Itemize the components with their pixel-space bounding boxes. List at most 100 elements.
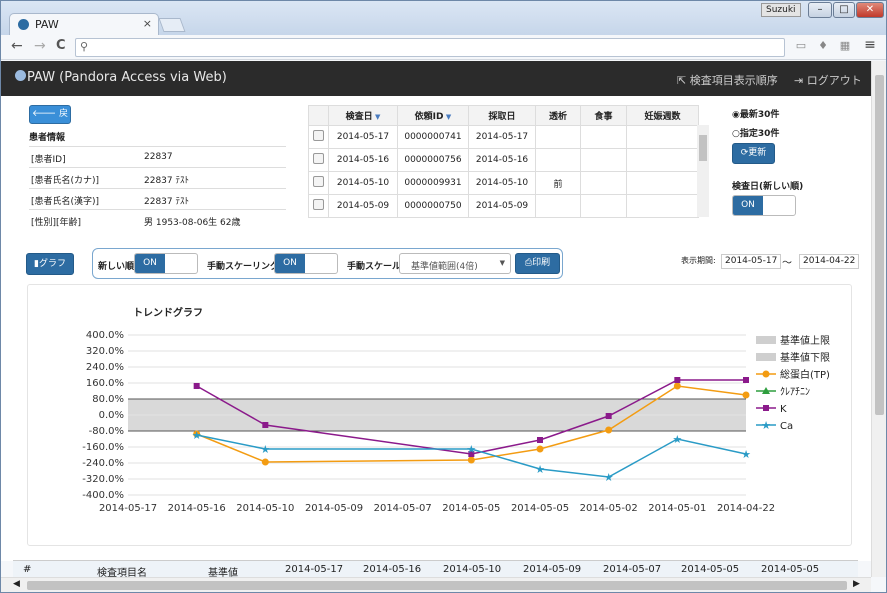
sort-icon[interactable]: ▼ [373, 113, 380, 121]
data-point [467, 456, 475, 464]
tab-title: PAW [35, 18, 59, 31]
maximize-button[interactable]: □ [833, 2, 855, 18]
patient-row: [患者ID] 22837 [29, 146, 286, 167]
results-scroll-thumb[interactable] [699, 135, 707, 161]
back-button[interactable]: 🡐 戻る [29, 105, 71, 136]
trend-chart-panel: 400.0% 320.0% 240.0% 160.0% 80.0% 0.0% -80.0% -… [27, 284, 852, 546]
vertical-scroll-thumb[interactable] [875, 75, 884, 415]
results-cell: 0000000750 [397, 194, 469, 218]
data-point: ★ [192, 429, 202, 442]
forward-arrow-icon[interactable]: → [34, 38, 46, 54]
manual-scaling-toggle[interactable]: ON [274, 253, 338, 274]
data-point: ★ [466, 443, 476, 456]
data-point [762, 370, 770, 378]
results-col-header[interactable] [308, 105, 329, 126]
row-checkbox[interactable] [308, 125, 329, 149]
trend-chart: 400.0% 320.0% 240.0% 160.0% 80.0% 0.0% -80.0% -… [82, 306, 830, 514]
x-tick-label: 2014-05-01 [648, 503, 706, 514]
y-tick-label: -80.0% [89, 426, 124, 437]
graph-button[interactable]: ▮グラフ [26, 253, 74, 275]
sort-icon[interactable]: ▼ [444, 113, 451, 121]
profile-user[interactable]: Suzuki [761, 3, 801, 17]
app-title[interactable]: PAW (Pandora Access via Web) [15, 70, 227, 85]
location-icon[interactable]: ♦ [816, 39, 830, 53]
patient-row: [性別][年齢] 男 1953-08-06生 62歳 [29, 209, 286, 230]
menu-icon[interactable]: ≡ [863, 37, 877, 53]
address-bar[interactable]: ⚲ [75, 38, 785, 57]
period-from-input[interactable]: 2014-05-17 [721, 254, 782, 269]
results-col-header[interactable]: 依頼ID ▼ [397, 105, 469, 126]
row-checkbox[interactable] [308, 148, 329, 172]
tab-close-icon[interactable]: × [143, 17, 152, 30]
update-button[interactable]: ⟳更新 [732, 143, 775, 164]
app-header: PAW (Pandora Access via Web) ⇱ 検査項目表示順序 … [1, 61, 871, 96]
horizontal-scroll-thumb[interactable] [27, 581, 847, 590]
results-row[interactable]: 2014-05-16 0000000756 2014-05-16 [308, 148, 699, 172]
results-cell [580, 125, 627, 149]
scroll-right-icon[interactable]: ▶ [853, 579, 860, 589]
patient-field-label: [患者ID] [31, 155, 66, 165]
x-tick-label: 2014-05-10 [236, 503, 294, 514]
results-col-header[interactable]: 食事 [580, 105, 627, 126]
row-checkbox[interactable] [308, 171, 329, 195]
minimize-button[interactable]: – [808, 2, 832, 18]
radio-latest[interactable]: ◉最新30件 [732, 107, 779, 120]
results-scrollbar[interactable] [697, 125, 709, 217]
results-col-header[interactable]: 採取日 [468, 105, 536, 126]
checkbox-icon[interactable] [313, 153, 324, 164]
back-arrow-icon[interactable]: ← [11, 38, 23, 54]
browser-tab[interactable]: PAW × [9, 13, 159, 35]
checkbox-icon[interactable] [313, 130, 324, 141]
y-tick-label: -160.0% [82, 442, 124, 453]
legend-swatch [756, 336, 776, 344]
chart-title: トレンドグラフ [133, 306, 203, 319]
data-point [742, 391, 750, 399]
horizontal-scrollbar[interactable]: ◀ ▶ [1, 577, 871, 592]
radio-latest-label: 最新30件 [739, 110, 780, 120]
results-row[interactable]: 2014-05-10 0000009931 2014-05-10 前 [308, 171, 699, 195]
sort-toggle[interactable]: ON [732, 195, 796, 216]
data-point [605, 426, 613, 434]
patient-field-value: 22837 ﾃｽﾄ [144, 176, 189, 186]
results-cell [535, 125, 581, 149]
patient-field-value: 22837 ﾃｽﾄ [144, 197, 189, 207]
results-cell: 0000000741 [397, 125, 469, 149]
row-checkbox[interactable] [308, 194, 329, 218]
results-col-header[interactable]: 妊娠週数 [626, 105, 699, 126]
data-point [262, 422, 269, 428]
results-cell: 2014-05-16 [328, 148, 398, 172]
data-point: ★ [260, 443, 270, 456]
patient-row: [患者氏名(漢字)] 22837 ﾃｽﾄ [29, 188, 286, 209]
results-row[interactable]: 2014-05-09 0000000750 2014-05-09 [308, 194, 699, 218]
results-col-header[interactable]: 検査日 ▼ [328, 105, 398, 126]
vertical-scrollbar[interactable] [871, 61, 886, 577]
new-tab-button[interactable] [158, 18, 186, 32]
scale-select[interactable]: 基準値範囲(4倍) ▼ [399, 253, 511, 274]
period-to-input[interactable]: 2014-04-22 [799, 254, 860, 269]
reload-icon[interactable]: C [56, 38, 66, 53]
bookmark-icon[interactable]: ▭ [794, 39, 808, 53]
results-col-header[interactable]: 透析 [535, 105, 581, 126]
logout-link[interactable]: ⇥ ログアウト [794, 72, 862, 88]
scroll-left-icon[interactable]: ◀ [13, 579, 20, 589]
bottom-col-header: 2014-05-16 [363, 564, 422, 575]
newest-first-toggle[interactable]: ON [134, 253, 198, 274]
data-point [536, 445, 544, 453]
checkbox-icon[interactable] [313, 199, 324, 210]
print-button[interactable]: ⎙印刷 [515, 253, 560, 274]
external-link-icon: ⇱ [677, 74, 690, 87]
order-link[interactable]: ⇱ 検査項目表示順序 [677, 72, 778, 88]
data-point [743, 377, 749, 383]
checkbox-icon[interactable] [313, 176, 324, 187]
printer-icon: ⎙ [524, 258, 533, 268]
data-point [261, 458, 269, 466]
results-row[interactable]: 2014-05-17 0000000741 2014-05-17 [308, 125, 699, 149]
data-point [537, 437, 543, 443]
y-tick-label: -240.0% [82, 458, 124, 469]
bottom-col-header: 2014-05-10 [443, 564, 502, 575]
radio-range[interactable]: ○指定30件 [732, 126, 779, 139]
close-window-button[interactable]: ✕ [856, 2, 884, 18]
arrow-left-icon: 🡐 [31, 109, 57, 119]
legend-label: ｸﾚｱﾁﾆﾝ [780, 386, 810, 398]
extension-icon[interactable]: ▦ [838, 39, 852, 53]
